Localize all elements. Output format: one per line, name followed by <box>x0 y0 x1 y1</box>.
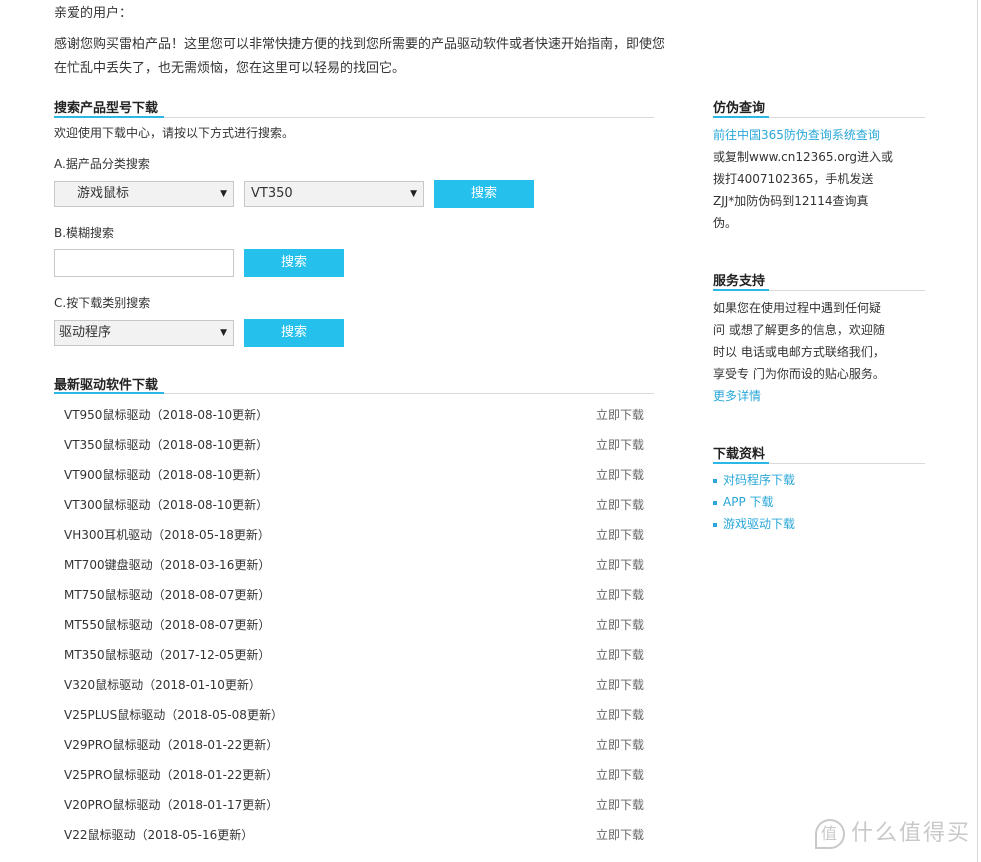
download-now-link[interactable]: 立即下载 <box>596 520 644 550</box>
anti-fake-underline <box>713 116 769 118</box>
bullet-icon <box>713 522 717 527</box>
pairing-program-download-link[interactable]: 对码程序下载 <box>713 469 795 491</box>
downloads-underline <box>713 462 769 464</box>
search-c-button[interactable]: 搜索 <box>244 319 344 347</box>
model-select-value: VT350 <box>251 186 293 201</box>
game-driver-download-link[interactable]: 游戏驱动下载 <box>713 513 795 535</box>
driver-name[interactable]: V25PLUS鼠标驱动（2018-05-08更新） <box>64 700 283 730</box>
list-item: V29PRO鼠标驱动（2018-01-22更新） 立即下载 <box>54 730 654 760</box>
download-now-link[interactable]: 立即下载 <box>596 580 644 610</box>
anti-fake-title: 仿伪查询 <box>713 101 766 116</box>
service-line: 如果您在使用过程中遇到任何疑 <box>713 301 882 315</box>
chevron-down-icon: ▼ <box>220 328 227 338</box>
anti-fake-line: ZJJ*加防伪码到12114查询真 <box>713 194 869 208</box>
chevron-down-icon: ▼ <box>220 189 227 199</box>
list-item: VT950鼠标驱动（2018-08-10更新） 立即下载 <box>54 400 654 430</box>
driver-name[interactable]: V25PRO鼠标驱动（2018-01-22更新） <box>64 760 278 790</box>
search-a-button[interactable]: 搜索 <box>434 180 534 208</box>
download-now-link[interactable]: 立即下载 <box>596 460 644 490</box>
list-item: V22鼠标驱动（2018-05-16更新） 立即下载 <box>54 820 654 850</box>
list-item: VT300鼠标驱动（2018-08-10更新） 立即下载 <box>54 490 654 520</box>
search-section-title: 搜索产品型号下载 <box>54 101 159 116</box>
driver-name[interactable]: MT550鼠标驱动（2018-08-07更新） <box>64 610 270 640</box>
list-item: V20PRO鼠标驱动（2018-01-17更新） 立即下载 <box>54 790 654 820</box>
list-item: MT550鼠标驱动（2018-08-07更新） 立即下载 <box>54 610 654 640</box>
download-now-link[interactable]: 立即下载 <box>596 730 644 760</box>
app-download-link[interactable]: APP 下载 <box>713 491 795 513</box>
search-b-label: B.模糊搜索 <box>54 226 115 240</box>
download-now-link[interactable]: 立即下载 <box>596 550 644 580</box>
driver-name[interactable]: VT300鼠标驱动（2018-08-10更新） <box>64 490 268 520</box>
anti-fake-line: 或复制www.cn12365.org进入或 <box>713 150 894 164</box>
download-now-link[interactable]: 立即下载 <box>596 700 644 730</box>
download-now-link[interactable]: 立即下载 <box>596 820 644 850</box>
driver-name[interactable]: V29PRO鼠标驱动（2018-01-22更新） <box>64 730 278 760</box>
download-now-link[interactable]: 立即下载 <box>596 490 644 520</box>
bullet-icon <box>713 500 717 505</box>
driver-name[interactable]: MT350鼠标驱动（2017-12-05更新） <box>64 640 270 670</box>
driver-name[interactable]: V20PRO鼠标驱动（2018-01-17更新） <box>64 790 278 820</box>
downloads-links: 对码程序下载 APP 下载 游戏驱动下载 <box>713 469 795 535</box>
more-details-link[interactable]: 更多详情 <box>713 385 913 407</box>
service-line: 享受专 门为你而设的贴心服务。 <box>713 367 885 381</box>
driver-name[interactable]: V22鼠标驱动（2018-05-16更新） <box>64 820 253 850</box>
service-text: 如果您在使用过程中遇到任何疑 问 或想了解更多的信息，欢迎随 时以 电话或电邮方… <box>713 297 913 407</box>
chevron-down-icon: ▼ <box>410 189 417 199</box>
download-now-link[interactable]: 立即下载 <box>596 400 644 430</box>
download-now-link[interactable]: 立即下载 <box>596 640 644 670</box>
intro-text: 感谢您购买雷柏产品！这里您可以非常快捷方便的找到您所需要的产品驱动软件或者快速开… <box>54 37 666 76</box>
anti-fake-query-link[interactable]: 前往中国365防伪查询系统查询 <box>713 124 913 146</box>
list-item: V25PRO鼠标驱动（2018-01-22更新） 立即下载 <box>54 760 654 790</box>
list-item: VT900鼠标驱动（2018-08-10更新） 立即下载 <box>54 460 654 490</box>
download-type-select-value: 驱动程序 <box>59 325 112 340</box>
driver-name[interactable]: MT750鼠标驱动（2018-08-07更新） <box>64 580 270 610</box>
anti-fake-line: 伪。 <box>713 216 738 230</box>
driver-name[interactable]: MT700键盘驱动（2018-03-16更新） <box>64 550 270 580</box>
search-c-label: C.按下载类别搜索 <box>54 296 151 310</box>
download-now-link[interactable]: 立即下载 <box>596 430 644 460</box>
driver-name[interactable]: VT350鼠标驱动（2018-08-10更新） <box>64 430 268 460</box>
anti-fake-text: 前往中国365防伪查询系统查询 或复制www.cn12365.org进入或 拨打… <box>713 124 913 234</box>
service-title: 服务支持 <box>713 274 766 289</box>
driver-name[interactable]: VT900鼠标驱动（2018-08-10更新） <box>64 460 268 490</box>
list-item: MT350鼠标驱动（2017-12-05更新） 立即下载 <box>54 640 654 670</box>
fuzzy-search-input[interactable] <box>54 249 234 277</box>
list-item: MT700键盘驱动（2018-03-16更新） 立即下载 <box>54 550 654 580</box>
list-item: VH300耳机驱动（2018-05-18更新） 立即下载 <box>54 520 654 550</box>
search-welcome: 欢迎使用下载中心，请按以下方式进行搜索。 <box>54 126 295 140</box>
driver-name[interactable]: V320鼠标驱动（2018-01-10更新） <box>64 670 261 700</box>
download-type-select[interactable]: 驱动程序 ▼ <box>54 320 234 346</box>
service-underline <box>713 289 769 291</box>
search-section-underline <box>54 116 164 118</box>
download-now-link[interactable]: 立即下载 <box>596 790 644 820</box>
model-select[interactable]: VT350 ▼ <box>244 181 424 207</box>
service-line: 时以 电话或电邮方式联络我们， <box>713 345 885 359</box>
driver-name[interactable]: VT950鼠标驱动（2018-08-10更新） <box>64 400 268 430</box>
list-item: V25PLUS鼠标驱动（2018-05-08更新） 立即下载 <box>54 700 654 730</box>
driver-download-list: VT950鼠标驱动（2018-08-10更新） 立即下载 VT350鼠标驱动（20… <box>54 400 654 850</box>
list-item: MT750鼠标驱动（2018-08-07更新） 立即下载 <box>54 580 654 610</box>
driver-name[interactable]: VH300耳机驱动（2018-05-18更新） <box>64 520 270 550</box>
anti-fake-line: 拨打4007102365，手机发送 <box>713 172 874 186</box>
greeting: 亲爱的用户： <box>54 6 133 21</box>
downloads-title: 下载资料 <box>713 447 766 462</box>
download-now-link[interactable]: 立即下载 <box>596 610 644 640</box>
watermark-text: 什么值得买 <box>851 821 972 846</box>
search-a-label: A.据产品分类搜索 <box>54 157 150 171</box>
list-item: V320鼠标驱动（2018-01-10更新） 立即下载 <box>54 670 654 700</box>
service-line: 问 或想了解更多的信息，欢迎随 <box>713 323 885 337</box>
category-select[interactable]: 游戏鼠标 ▼ <box>54 181 234 207</box>
category-select-value: 游戏鼠标 <box>77 186 130 201</box>
bullet-icon <box>713 478 717 483</box>
latest-section-underline <box>54 392 164 394</box>
list-item: VT350鼠标驱动（2018-08-10更新） 立即下载 <box>54 430 654 460</box>
page-right-border <box>977 0 978 862</box>
search-b-button[interactable]: 搜索 <box>244 249 344 277</box>
latest-section-title: 最新驱动软件下载 <box>54 378 159 393</box>
watermark: 值什么值得买 <box>815 815 971 849</box>
zhi-logo-icon: 值 <box>815 819 845 849</box>
download-now-link[interactable]: 立即下载 <box>596 670 644 700</box>
download-now-link[interactable]: 立即下载 <box>596 760 644 790</box>
